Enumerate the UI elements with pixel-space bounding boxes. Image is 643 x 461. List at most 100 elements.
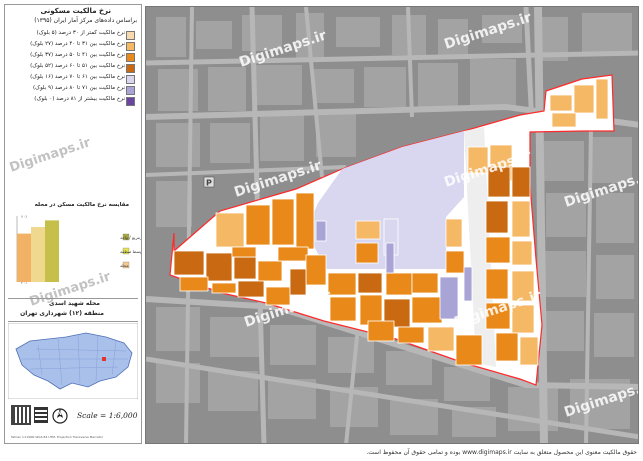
city-block (208, 67, 246, 111)
parcel[interactable] (367, 320, 395, 342)
parcel[interactable] (359, 294, 383, 326)
parcel[interactable] (463, 266, 473, 302)
parking-icon-glyph: P (206, 179, 212, 188)
parcel[interactable] (305, 254, 327, 286)
parcel[interactable] (495, 332, 519, 362)
parcel[interactable] (485, 200, 509, 234)
parcel[interactable] (439, 276, 459, 320)
parcel[interactable] (411, 272, 439, 294)
parcel[interactable] (511, 166, 531, 198)
qr-code-small (34, 407, 48, 423)
legend-item: نرخ مالکیت بین ۳۱ تا ۴۰ درصد (۲۷ بلوک) (5, 40, 141, 51)
parcel[interactable] (455, 334, 483, 366)
locator-highlight (102, 357, 106, 361)
legend-subtitle: براساس داده‌های مرکز آمار ایران (۱۳۹۵) (34, 17, 137, 24)
legend-item-label: نرخ مالکیت بین ۴۱ تا ۵۰ درصد (۳۷ بلوک) (30, 52, 125, 58)
city-block (316, 113, 356, 157)
parcel[interactable] (357, 272, 383, 294)
parcel[interactable] (595, 78, 609, 120)
credit-small: Tehran 1:12000 WGS 84 UTM, Projection Tr… (11, 435, 104, 439)
parcel[interactable] (289, 268, 307, 296)
city-block (156, 307, 200, 351)
parcel[interactable] (485, 236, 511, 264)
city-block (418, 63, 458, 107)
parcel[interactable] (211, 282, 237, 294)
parcel[interactable] (237, 280, 265, 298)
city-block (270, 325, 316, 365)
map-view[interactable]: P P Digimaps.ir Digimaps.ir Digimaps.ir … (145, 6, 639, 444)
parcel[interactable] (551, 112, 577, 128)
legend-swatch (126, 31, 135, 40)
city-block (256, 65, 302, 105)
city-block (596, 193, 634, 243)
parcel[interactable] (327, 272, 357, 296)
city-block (328, 337, 374, 373)
legend-item-label: نرخ مالکیت کمتر از ۳۰ درصد (۵ بلوک) (36, 30, 125, 36)
parcel[interactable] (385, 272, 413, 296)
parcel[interactable] (329, 296, 357, 322)
legend-item: نرخ مالکیت بیشتر از ۸۱ درصد (۰ بلوک) (5, 95, 141, 106)
parcel[interactable] (511, 200, 531, 238)
parcel[interactable] (397, 326, 425, 344)
legend-item-label: نرخ مالکیت بین ۷۱ تا ۸۰ درصد (۹ بلوک) (33, 85, 125, 91)
parcel[interactable] (271, 198, 295, 246)
legend-item: نرخ مالکیت بین ۷۱ تا ۸۰ درصد (۹ بلوک) (5, 84, 141, 95)
footer: حقوق مالکیت معنوی این محصول متعلق به سای… (0, 448, 643, 461)
comparison-chart: ۶۰٪۵۰٪۴۰٪۳۰٪متوسط مترمربع / واحدمتوسط من… (16, 214, 141, 285)
north-label: N (57, 410, 63, 417)
parcel[interactable] (231, 246, 257, 258)
chart-legend-label: متوسط مترمربع / واحد (120, 235, 141, 240)
parcel[interactable] (315, 220, 327, 242)
legend-title: نرخ مالکیت مسکونی (40, 7, 111, 15)
city-block (470, 59, 516, 109)
city-block (596, 255, 634, 299)
parcel[interactable] (233, 256, 257, 280)
parcel[interactable] (485, 268, 509, 300)
parcel[interactable] (277, 246, 309, 262)
parcel[interactable] (295, 192, 315, 250)
legend-item-label: نرخ مالکیت بین ۵۱ تا ۶۰ درصد (۵۲ بلوک) (30, 63, 125, 69)
parcel[interactable] (173, 250, 205, 276)
parcel[interactable] (245, 204, 271, 246)
parcel[interactable] (519, 336, 539, 366)
city-block (314, 69, 354, 103)
city-block (156, 123, 200, 167)
legend-item-label: نرخ مالکیت بین ۳۱ تا ۴۰ درصد (۲۷ بلوک) (30, 41, 125, 47)
city-block (156, 17, 186, 57)
locator-map (8, 323, 138, 399)
parcel[interactable] (215, 212, 245, 248)
legend-swatch (126, 86, 135, 95)
parcel[interactable] (549, 94, 573, 112)
parcel[interactable] (511, 240, 533, 266)
legend-item-label: نرخ مالکیت بین ۶۱ تا ۷۰ درصد (۱۶ بلوک) (30, 74, 125, 80)
parcel[interactable] (427, 326, 455, 352)
legend-swatch (126, 42, 135, 51)
parcel[interactable] (573, 84, 595, 114)
legend-swatch (126, 53, 135, 62)
parcel[interactable] (445, 218, 463, 248)
parcel[interactable] (355, 220, 381, 240)
legend-item: نرخ مالکیت بین ۴۱ تا ۵۰ درصد (۳۷ بلوک) (5, 51, 141, 62)
legend-item: نرخ مالکیت بین ۶۱ تا ۷۰ درصد (۱۶ بلوک) (5, 73, 141, 84)
legend-item: نرخ مالکیت بین ۵۱ تا ۶۰ درصد (۵۲ بلوک) (5, 62, 141, 73)
parcel[interactable] (257, 260, 283, 282)
qr-code (11, 405, 31, 425)
city-block (594, 313, 634, 357)
chart-legend-label: محله (120, 263, 129, 268)
map-canvas[interactable]: P P Digimaps.ir Digimaps.ir Digimaps.ir … (146, 7, 639, 444)
district-region: منطقه (۱۲) شهرداری تهران (20, 310, 104, 317)
city-block (336, 17, 380, 47)
city-block (210, 123, 250, 163)
district-box: محله شهید اسدی منطقه (۱۲) شهرداری تهران (8, 298, 138, 322)
legend-swatch (126, 64, 135, 73)
legend-item: نرخ مالکیت کمتر از ۳۰ درصد (۵ بلوک) (5, 29, 141, 40)
chart-bar (17, 233, 31, 282)
legend-swatch (126, 75, 135, 84)
parcel[interactable] (411, 296, 443, 324)
city-block (364, 67, 406, 107)
parcel[interactable] (179, 276, 209, 292)
parcel[interactable] (445, 250, 465, 274)
parcel[interactable] (385, 242, 395, 274)
parcel[interactable] (355, 242, 379, 264)
parcel[interactable] (205, 252, 233, 282)
